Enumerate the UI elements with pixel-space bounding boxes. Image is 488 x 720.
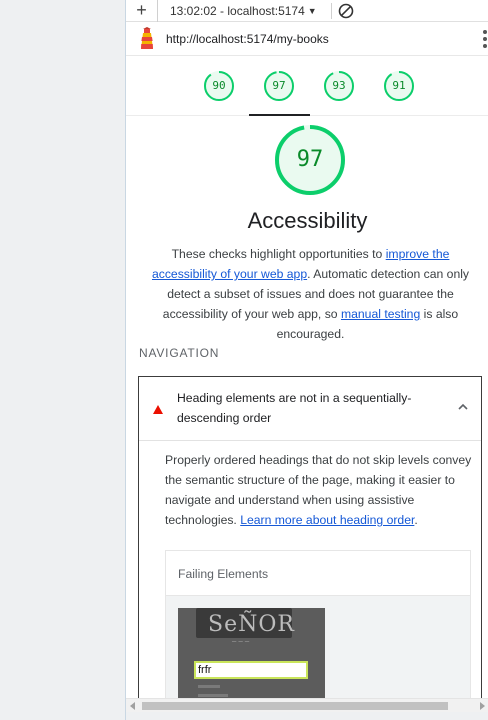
screenshot-line (198, 685, 220, 688)
category-gauges: 90 97 93 91 (126, 56, 488, 116)
gauge-score: 91 (392, 79, 406, 92)
horizontal-scrollbar[interactable] (126, 698, 488, 712)
scrollbar-thumb[interactable] (142, 702, 448, 710)
accessibility-gauge: 97 (274, 124, 346, 196)
url-text[interactable]: http://localhost:5174/my-books (166, 32, 329, 46)
scroll-left-icon[interactable] (130, 702, 135, 710)
manual-testing-link[interactable]: manual testing (341, 307, 420, 321)
report-toolbar: + 13:02:02 - localhost:5174 ▼ (126, 0, 488, 22)
plus-icon[interactable]: + (126, 0, 158, 22)
active-gauge-indicator (249, 114, 310, 116)
audit-body-end: . (414, 513, 418, 527)
caret-down-icon: ▼ (307, 5, 317, 16)
page-background (0, 0, 125, 720)
fail-triangle-icon (153, 405, 163, 414)
gauge-seo[interactable]: 91 (383, 70, 415, 102)
audit-title: Heading elements are not in a sequential… (177, 391, 412, 425)
gauge-accessibility[interactable]: 97 (263, 70, 295, 102)
report-selector[interactable]: 13:02:02 - localhost:5174 ▼ (158, 4, 323, 18)
category-description: These checks highlight opportunities to … (138, 244, 483, 344)
report-selector-label: 13:02:02 - localhost:5174 (170, 3, 305, 18)
audit-description: Properly ordered headings that do not sk… (165, 450, 475, 530)
gauge-best-practices[interactable]: 93 (323, 70, 355, 102)
audit-heading-order: Heading elements are not in a sequential… (138, 376, 482, 718)
screenshot-title-text: SeÑOR (208, 612, 295, 637)
bottom-strip (126, 712, 488, 720)
lighthouse-report-panel: + 13:02:02 - localhost:5174 ▼ http://loc… (125, 0, 488, 720)
scroll-right-icon[interactable] (480, 702, 485, 710)
learn-more-link[interactable]: Learn more about heading order (240, 513, 414, 527)
screenshot-line (198, 694, 228, 697)
category-score: 97 (296, 147, 324, 172)
url-bar: http://localhost:5174/my-books (126, 22, 488, 56)
desc-text: These checks highlight opportunities to (171, 247, 386, 261)
failing-elements-header: Failing Elements (166, 551, 470, 596)
category-title: Accessibility (247, 208, 368, 233)
gauge-performance[interactable]: 90 (203, 70, 235, 102)
highlighted-element: frfr (194, 661, 308, 679)
group-title: NAVIGATION (139, 346, 220, 360)
chevron-up-icon[interactable] (457, 401, 469, 413)
screenshot-subtext: ─ ─ ─ (232, 638, 250, 646)
gauge-score: 97 (272, 79, 286, 92)
block-icon[interactable] (332, 3, 360, 19)
lighthouse-logo-icon (141, 26, 153, 49)
failing-elements-table: Failing Elements SeÑOR ─ ─ ─ frfr (165, 550, 471, 718)
gauge-score: 93 (332, 79, 346, 92)
more-options-icon[interactable] (482, 30, 488, 48)
gauge-score: 90 (212, 79, 226, 92)
audit-header[interactable]: Heading elements are not in a sequential… (139, 377, 481, 441)
